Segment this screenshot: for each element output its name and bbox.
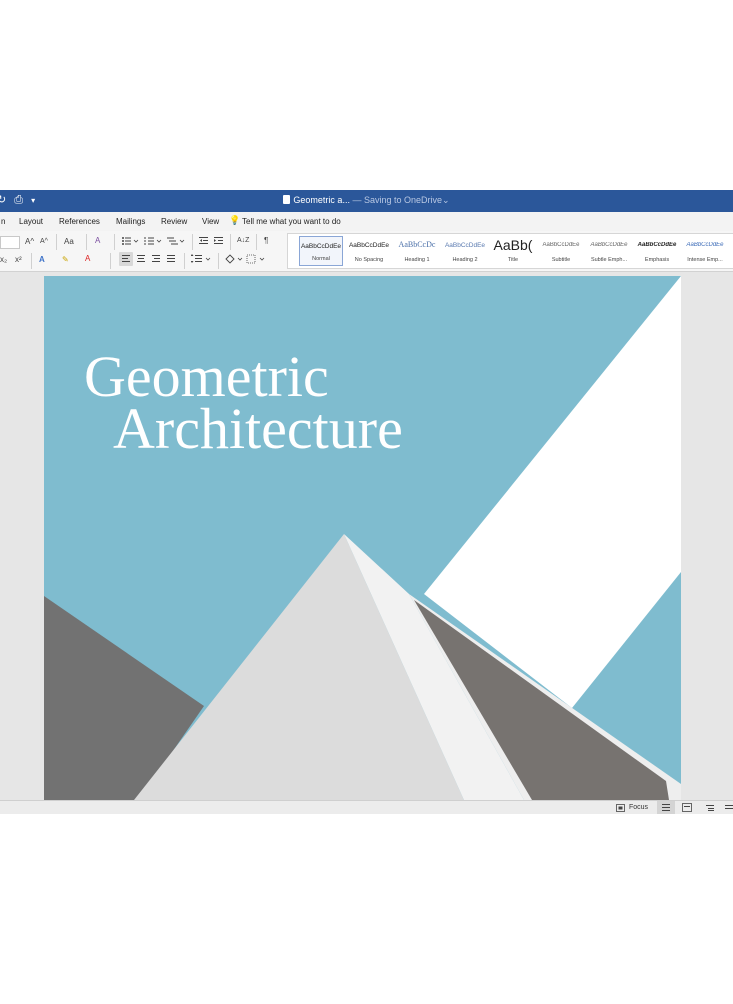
- font-size-box[interactable]: [0, 236, 20, 249]
- ribbon-divider: [114, 234, 115, 250]
- styles-gallery: AaBbCcDdEe Normal AaBbCcDdEe No Spacing …: [287, 233, 733, 269]
- style-normal[interactable]: AaBbCcDdEe Normal: [299, 236, 343, 266]
- text-effects-icon[interactable]: A: [39, 255, 45, 265]
- ribbon-divider: [230, 234, 231, 250]
- ribbon-divider: [56, 234, 57, 250]
- style-label: Subtitle: [551, 257, 571, 263]
- style-label: Normal: [312, 256, 330, 262]
- style-title[interactable]: AaBb( Title: [491, 236, 535, 266]
- multilevel-list-icon[interactable]: [167, 237, 185, 245]
- style-label: No Spacing: [354, 257, 384, 263]
- show-formatting-marks-icon[interactable]: ¶: [264, 236, 268, 246]
- print-layout-icon: [662, 804, 670, 811]
- home-ribbon: A^ A^ Aa A A↓Z ¶ x₂ x² A ✎ A AaBbCcDdEe …: [0, 231, 733, 272]
- style-label: Heading 2: [452, 257, 478, 263]
- tell-me-search[interactable]: Tell me what you want to do: [242, 217, 341, 226]
- ribbon-divider: [184, 253, 185, 269]
- ribbon-divider: [31, 253, 32, 269]
- outline-view-icon[interactable]: [705, 803, 715, 812]
- font-color-icon[interactable]: A: [85, 254, 90, 264]
- style-heading-2[interactable]: AaBbCcDdEe Heading 2: [443, 236, 487, 266]
- status-bar: Focus: [0, 800, 733, 814]
- tab-references[interactable]: References: [59, 217, 100, 226]
- highlight-icon[interactable]: ✎: [62, 255, 69, 265]
- document-name: Geometric a...: [293, 195, 350, 205]
- tab-mailings[interactable]: Mailings: [116, 217, 145, 226]
- shading-borders-buttons: [225, 254, 265, 264]
- save-status: — Saving to OneDrive: [352, 195, 443, 205]
- tab-review[interactable]: Review: [161, 217, 187, 226]
- shrink-font-icon[interactable]: A^: [40, 237, 48, 247]
- style-preview: AaBbCcDdEe: [542, 242, 580, 248]
- decrease-indent-icon[interactable]: [199, 237, 208, 244]
- tab-layout[interactable]: Layout: [19, 217, 43, 226]
- superscript-button[interactable]: x²: [15, 255, 22, 265]
- tab-view[interactable]: View: [202, 217, 219, 226]
- justify-icon[interactable]: [167, 255, 175, 262]
- subscript-button[interactable]: x₂: [0, 255, 7, 265]
- change-case-button[interactable]: Aa: [64, 237, 74, 247]
- style-emphasis[interactable]: AaBbCcDdEe Emphasis: [635, 236, 679, 266]
- style-intense-emphasis[interactable]: AaBbCcDdEe Intense Emp...: [683, 236, 727, 266]
- ribbon-divider: [218, 253, 219, 269]
- style-heading-1[interactable]: AaBbCcDc Heading 1: [395, 236, 439, 266]
- style-label: Emphasis: [644, 257, 670, 263]
- style-label: Intense Emp...: [687, 257, 723, 263]
- style-label: Subtle Emph...: [590, 257, 628, 263]
- line-spacing-icon[interactable]: [191, 253, 213, 265]
- web-layout-icon[interactable]: [682, 803, 692, 812]
- tab-design[interactable]: n: [1, 217, 5, 226]
- numbering-icon[interactable]: [144, 237, 162, 245]
- draft-view-icon[interactable]: [725, 803, 733, 812]
- align-right-icon[interactable]: [152, 255, 160, 262]
- shading-icon[interactable]: [225, 254, 243, 264]
- list-buttons: [122, 237, 185, 245]
- window-title: Geometric a... — Saving to OneDrive⌄: [0, 195, 733, 206]
- cover-title-line-2[interactable]: Architecture: [113, 400, 403, 458]
- style-subtitle[interactable]: AaBbCcDdEe Subtitle: [539, 236, 583, 266]
- sort-icon[interactable]: A↓Z: [237, 236, 249, 246]
- title-bar: ↻ ⎙ ▾ Geometric a... — Saving to OneDriv…: [0, 190, 733, 212]
- ribbon-divider: [256, 234, 257, 250]
- clear-formatting-icon[interactable]: A: [95, 236, 100, 246]
- style-subtle-emphasis[interactable]: AaBbCcDdEe Subtle Emph...: [587, 236, 631, 266]
- focus-button[interactable]: Focus: [629, 804, 648, 811]
- focus-icon[interactable]: [616, 804, 625, 812]
- align-center-icon[interactable]: [137, 255, 145, 262]
- style-preview: AaBbCcDdEe: [348, 242, 390, 249]
- lightbulb-icon: 💡: [229, 215, 241, 225]
- style-label: Title: [507, 257, 519, 263]
- style-preview: AaBbCcDdEe: [590, 242, 628, 248]
- ribbon-divider: [86, 234, 87, 250]
- word-window: ↻ ⎙ ▾ Geometric a... — Saving to OneDriv…: [0, 190, 733, 814]
- style-preview: AaBbCcDc: [398, 240, 436, 249]
- document-canvas: Geometric Architecture: [0, 272, 733, 800]
- borders-icon[interactable]: [246, 254, 265, 264]
- style-preview: AaBbCcDdEe: [444, 242, 486, 249]
- ribbon-divider: [110, 253, 111, 269]
- style-preview: AaBb(: [493, 237, 533, 253]
- title-chevron-icon[interactable]: ⌄: [442, 195, 450, 205]
- alignment-buttons: [119, 252, 175, 266]
- indent-buttons: [199, 237, 223, 244]
- ribbon-divider: [192, 234, 193, 250]
- print-layout-view-button[interactable]: [657, 801, 675, 814]
- style-preview: AaBbCcDdEe: [637, 242, 677, 248]
- increase-indent-icon[interactable]: [214, 237, 223, 244]
- bullets-icon[interactable]: [122, 237, 139, 245]
- ribbon-tabs: n Layout References Mailings Review View…: [0, 212, 733, 231]
- style-preview: AaBbCcDdEe: [300, 243, 342, 250]
- style-label: Heading 1: [404, 257, 430, 263]
- document-page[interactable]: Geometric Architecture: [44, 276, 681, 800]
- style-no-spacing[interactable]: AaBbCcDdEe No Spacing: [347, 236, 391, 266]
- style-preview: AaBbCcDdEe: [686, 242, 724, 248]
- grow-font-icon[interactable]: A^: [25, 237, 34, 247]
- document-icon: [283, 195, 291, 204]
